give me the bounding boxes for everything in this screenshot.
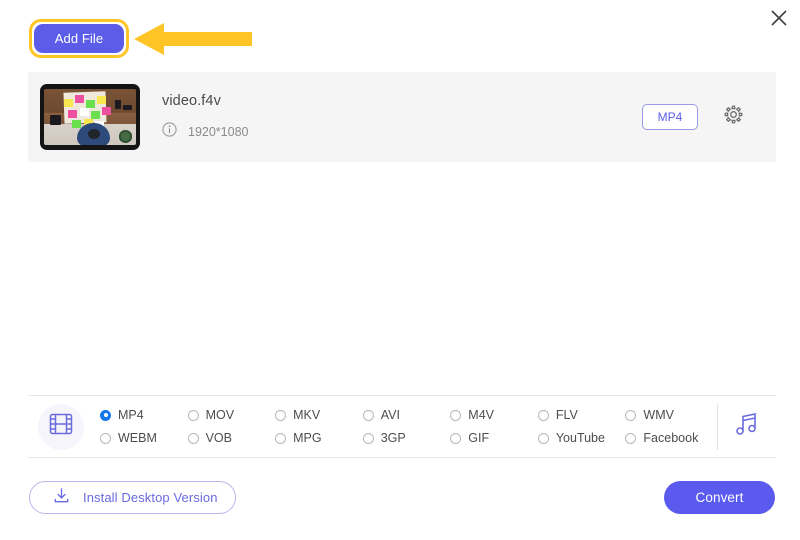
output-format-badge[interactable]: MP4 bbox=[642, 104, 698, 130]
download-icon bbox=[52, 486, 71, 510]
radio-indicator bbox=[275, 432, 287, 444]
left-arrow-annotation-icon bbox=[134, 21, 254, 57]
format-option-label: MOV bbox=[205, 408, 235, 422]
video-category-button[interactable] bbox=[38, 403, 84, 450]
toolbar: Add File bbox=[0, 0, 800, 64]
film-strip-icon bbox=[48, 411, 74, 442]
format-option-label: WMV bbox=[643, 408, 674, 422]
format-option-vob[interactable]: VOB bbox=[187, 431, 276, 445]
video-converter-window: Add File video.f4v 1920*1080 MP4 MP4 MOV… bbox=[0, 0, 800, 540]
format-option-label: VOB bbox=[205, 431, 232, 445]
format-radio-grid: MP4 MOV MKV AVI M4V FLV WMV WEBM VOB MPG… bbox=[100, 408, 713, 445]
format-option-label: Facebook bbox=[643, 431, 699, 445]
format-option-mpg[interactable]: MPG bbox=[275, 431, 363, 445]
add-file-highlight: Add File bbox=[29, 19, 129, 58]
radio-indicator bbox=[187, 409, 199, 421]
format-option-youtube[interactable]: YouTube bbox=[537, 431, 626, 445]
file-name: video.f4v bbox=[162, 92, 221, 109]
radio-indicator bbox=[450, 432, 462, 444]
format-option-webm[interactable]: WEBM bbox=[100, 431, 188, 445]
install-desktop-version-button[interactable]: Install Desktop Version bbox=[29, 481, 236, 514]
format-option-m4v[interactable]: M4V bbox=[450, 408, 538, 422]
radio-indicator bbox=[187, 432, 199, 444]
format-option-mov[interactable]: MOV bbox=[187, 408, 276, 422]
radio-indicator bbox=[362, 432, 374, 444]
format-option-avi[interactable]: AVI bbox=[362, 408, 451, 422]
radio-indicator bbox=[537, 432, 549, 444]
file-list-item[interactable]: video.f4v 1920*1080 MP4 bbox=[28, 72, 776, 162]
radio-indicator bbox=[100, 409, 111, 421]
radio-indicator bbox=[362, 409, 374, 421]
file-info: video.f4v 1920*1080 bbox=[162, 93, 642, 142]
info-icon[interactable] bbox=[162, 121, 177, 142]
radio-indicator bbox=[275, 409, 287, 421]
format-option-mkv[interactable]: MKV bbox=[275, 408, 363, 422]
format-option-label: M4V bbox=[468, 408, 494, 422]
format-option-gif[interactable]: GIF bbox=[450, 431, 538, 445]
format-option-label: MPG bbox=[293, 431, 322, 445]
format-option-label: FLV bbox=[555, 408, 578, 422]
radio-indicator bbox=[625, 432, 637, 444]
format-selector-panel: MP4 MOV MKV AVI M4V FLV WMV WEBM VOB MPG… bbox=[28, 395, 776, 458]
format-option-label: MKV bbox=[293, 408, 321, 422]
gear-icon bbox=[723, 104, 744, 130]
format-option-mp4[interactable]: MP4 bbox=[100, 408, 188, 422]
file-settings-button[interactable] bbox=[716, 100, 750, 134]
format-option-label: YouTube bbox=[555, 431, 605, 445]
file-resolution: 1920*1080 bbox=[188, 124, 249, 139]
install-button-label: Install Desktop Version bbox=[83, 490, 218, 505]
radio-indicator bbox=[625, 409, 637, 421]
video-thumbnail-icon bbox=[40, 84, 140, 150]
audio-category-button[interactable] bbox=[718, 404, 776, 450]
format-option-label: GIF bbox=[468, 431, 490, 445]
radio-indicator bbox=[537, 409, 549, 421]
music-note-icon bbox=[733, 410, 761, 443]
format-option-label: AVI bbox=[380, 408, 400, 422]
format-option-label: MP4 bbox=[118, 408, 144, 422]
format-option-label: 3GP bbox=[380, 431, 406, 445]
add-file-button[interactable]: Add File bbox=[34, 24, 124, 53]
format-option-wmv[interactable]: WMV bbox=[625, 408, 713, 422]
radio-indicator bbox=[100, 432, 111, 444]
format-option-facebook[interactable]: Facebook bbox=[625, 431, 713, 445]
format-option-3gp[interactable]: 3GP bbox=[362, 431, 451, 445]
radio-indicator bbox=[450, 409, 462, 421]
format-option-flv[interactable]: FLV bbox=[537, 408, 626, 422]
format-option-label: WEBM bbox=[118, 431, 157, 445]
convert-button[interactable]: Convert bbox=[664, 481, 775, 514]
